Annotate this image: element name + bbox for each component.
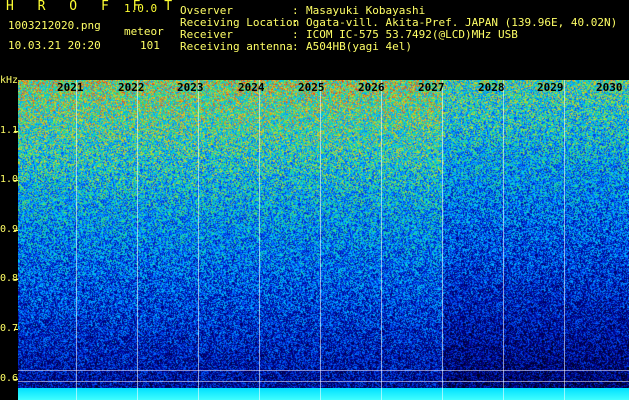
axis-tick	[14, 230, 18, 231]
observation-mode: meteor	[124, 25, 164, 38]
minute-label: 2028	[478, 81, 505, 94]
axis-tick	[14, 279, 18, 280]
spectrogram	[18, 80, 629, 400]
minute-line	[381, 80, 382, 400]
minute-line	[442, 80, 443, 400]
minute-label: 2026	[358, 81, 385, 94]
app-version: 1.0.0	[124, 2, 158, 15]
minute-label: 2023	[177, 81, 204, 94]
axis-tick	[14, 329, 18, 330]
minute-label: 2025	[298, 81, 325, 94]
axis-tick	[14, 180, 18, 181]
header-panel: H R O F F T 1.0.0 1003212020.png 10.03.2…	[0, 0, 629, 80]
minute-label: 2029	[537, 81, 564, 94]
file-datetime: 10.03.21 20:20	[8, 39, 101, 52]
minute-label: 2027	[418, 81, 445, 94]
info-value-antenna: A504HB(yagi 4el)	[306, 40, 412, 53]
grid-line	[18, 381, 629, 382]
minute-line	[198, 80, 199, 400]
axis-unit: kHz	[0, 75, 19, 86]
minute-label: 2022	[118, 81, 145, 94]
minute-line	[564, 80, 565, 400]
file-name: 1003212020.png	[8, 19, 101, 32]
minute-line	[320, 80, 321, 400]
minute-label: 2030	[596, 81, 623, 94]
axis-tick	[14, 131, 18, 132]
axis-tick	[14, 379, 18, 380]
minute-line	[137, 80, 138, 400]
minute-line	[503, 80, 504, 400]
info-label-antenna: Receiving antenna	[180, 40, 293, 53]
meteor-count: 101	[140, 39, 160, 52]
minute-label: 2024	[238, 81, 265, 94]
baseband-strip	[18, 388, 629, 400]
info-sep: :	[292, 40, 299, 53]
minute-label: 2021	[57, 81, 84, 94]
minute-line	[76, 80, 77, 400]
minute-line	[259, 80, 260, 400]
grid-line	[18, 370, 629, 371]
